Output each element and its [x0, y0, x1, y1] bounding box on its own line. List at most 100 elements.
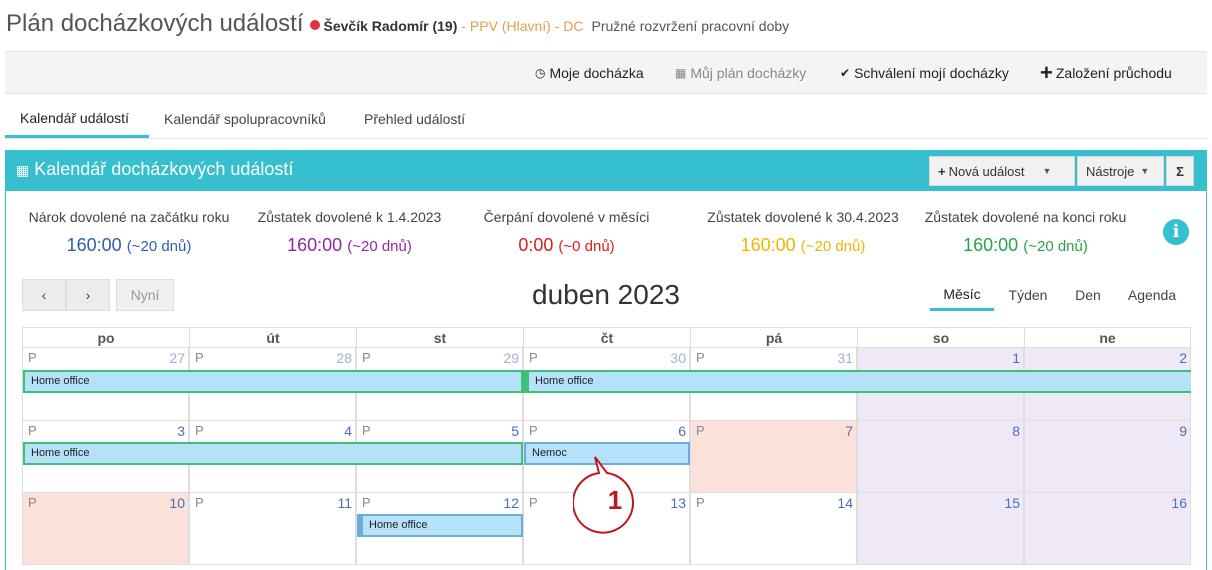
- my-attendance-label: Moje docházka: [549, 64, 644, 81]
- panel-title-wrap: ▦ Kalendář docházkových událostí: [16, 159, 293, 180]
- my-plan-label: Můj plán docházky: [690, 64, 807, 81]
- sum-button[interactable]: Σ: [1166, 156, 1194, 186]
- day-number: 10: [169, 495, 185, 511]
- stat-start-year: Nárok dovolené na začátku roku 160:00 (~…: [24, 209, 234, 256]
- panel-header: ▦ Kalendář docházkových událostí + Nová …: [6, 151, 1206, 191]
- status-dot-icon: [309, 20, 320, 30]
- stat-days: (~20 dnů): [800, 238, 866, 255]
- day-plan-mark: P: [529, 495, 538, 510]
- employee-name[interactable]: Ševčík Radomír (19): [324, 18, 458, 34]
- stat-value: 160:00 (~20 dnů): [24, 235, 234, 256]
- day-plan-mark: P: [195, 495, 204, 510]
- stat-hours: 160:00: [287, 235, 343, 255]
- action-toolbar: ◷ Moje docházka ▦ Můj plán docházky ✔ Sc…: [5, 51, 1207, 94]
- approval-label: Schválení mojí docházky: [854, 64, 1009, 81]
- next-month-button[interactable]: ›: [66, 279, 110, 311]
- new-pass-label: Založení průchodu: [1055, 64, 1172, 81]
- employee-org: - PPV (Hlavní) - DC: [461, 18, 584, 34]
- day-number: 30: [670, 350, 686, 366]
- stat-label: Zůstatek dovolené na konci roku: [924, 209, 1127, 225]
- my-plan-button[interactable]: ▦ Můj plán docházky: [675, 52, 806, 93]
- day-plan-mark: P: [28, 495, 37, 510]
- day-cell[interactable]: 8: [857, 421, 1024, 493]
- tab-coworkers-calendar[interactable]: Kalendář spolupracovníků: [149, 100, 341, 138]
- stat-value: 160:00 (~20 dnů): [703, 235, 903, 256]
- stat-value: 0:00 (~0 dnů): [474, 235, 659, 256]
- today-button[interactable]: Nyní: [116, 279, 174, 311]
- stat-hours: 0:00: [518, 235, 554, 255]
- work-mode: Pružné rozvržení pracovní doby: [591, 18, 790, 34]
- day-cell[interactable]: P 14: [690, 493, 857, 565]
- weekday-label: pá: [691, 328, 858, 349]
- day-number: 3: [177, 423, 185, 439]
- new-pass-button[interactable]: + Založení průchodu: [1040, 52, 1172, 93]
- day-cell[interactable]: P 11: [189, 493, 356, 565]
- day-plan-mark: P: [195, 423, 204, 438]
- info-icon[interactable]: i: [1163, 219, 1189, 245]
- calendar-event[interactable]: Home office: [357, 514, 523, 537]
- weekday-header: po út st čt pá so ne: [22, 327, 1191, 349]
- stat-label: Zůstatek dovolené k 1.4.2023: [257, 209, 442, 225]
- day-cell[interactable]: 9: [1024, 421, 1191, 493]
- calendar-icon: ▦: [675, 65, 687, 80]
- day-number: 8: [1012, 423, 1020, 439]
- main-tabs: Kalendář událostí Kalendář spolupracovní…: [5, 100, 1207, 139]
- weekday-label: út: [190, 328, 357, 349]
- stat-days: (~0 dnů): [558, 238, 615, 255]
- day-number: 7: [845, 423, 853, 439]
- stat-label: Čerpání dovolené v měsíci: [483, 209, 650, 225]
- day-plan-mark: P: [529, 423, 538, 438]
- day-plan-mark: P: [529, 350, 538, 365]
- calendar-event[interactable]: Home office: [23, 442, 523, 465]
- view-week-tab[interactable]: Týden: [1000, 279, 1056, 311]
- calendar-icon: ▦: [16, 162, 30, 178]
- day-cell[interactable]: P7: [690, 421, 857, 493]
- week-row: P 27 P 28 P 29 P 30 P 31 1 2 Home office Home…: [22, 348, 1191, 421]
- view-month-tab[interactable]: Měsíc: [930, 279, 994, 311]
- day-number: 14: [837, 495, 853, 511]
- calendar-event[interactable]: Home office: [523, 370, 1191, 393]
- approval-button[interactable]: ✔ Schválení mojí docházky: [840, 52, 1009, 93]
- callout-annotation: 1: [573, 456, 634, 534]
- tab-event-overview[interactable]: Přehled událostí: [349, 100, 480, 138]
- chevron-down-icon: ▼: [1140, 166, 1150, 176]
- weekday-label: po: [23, 328, 190, 349]
- chevron-down-icon: ▼: [1042, 166, 1052, 176]
- view-day-tab[interactable]: Den: [1064, 279, 1112, 311]
- day-cell[interactable]: 15: [857, 493, 1024, 565]
- new-event-button[interactable]: + Nová událost ▼: [929, 156, 1075, 186]
- day-number: 12: [503, 495, 519, 511]
- plus-icon: +: [1040, 59, 1053, 85]
- stat-value: 160:00 (~20 dnů): [918, 235, 1133, 256]
- day-number: 28: [336, 350, 352, 366]
- prev-month-button[interactable]: ‹: [22, 279, 66, 311]
- day-cell[interactable]: 16: [1024, 493, 1191, 565]
- day-cell[interactable]: P 10: [22, 493, 189, 565]
- tools-dropdown[interactable]: Nástroje ▼: [1077, 156, 1164, 186]
- weekday-label: čt: [524, 328, 691, 349]
- clock-icon: ◷: [535, 65, 546, 80]
- day-plan-mark: P: [696, 423, 705, 438]
- stat-days: (~20 dnů): [126, 238, 192, 255]
- stat-balance-end-year: Zůstatek dovolené na konci roku 160:00 (…: [918, 209, 1133, 256]
- stat-label: Zůstatek dovolené k 30.4.2023: [707, 209, 899, 225]
- stat-hours: 160:00: [66, 235, 122, 255]
- day-number: 31: [837, 350, 853, 366]
- day-number: 13: [670, 495, 686, 511]
- stat-balance-end-month: Zůstatek dovolené k 30.4.2023 160:00 (~2…: [703, 209, 903, 256]
- tab-event-calendar[interactable]: Kalendář událostí: [5, 100, 149, 138]
- tools-label: Nástroje: [1086, 163, 1135, 179]
- day-number: 27: [169, 350, 185, 366]
- stat-days: (~20 dnů): [347, 238, 412, 255]
- my-attendance-button[interactable]: ◷ Moje docházka: [535, 52, 644, 93]
- check-circle-icon: ✔: [840, 65, 851, 80]
- day-plan-mark: P: [362, 350, 371, 365]
- calendar-event[interactable]: Home office: [23, 370, 523, 393]
- day-number: 6: [678, 423, 686, 439]
- day-plan-mark: P: [696, 495, 705, 510]
- day-number: 16: [1171, 495, 1187, 511]
- day-plan-mark: P: [195, 350, 204, 365]
- view-agenda-tab[interactable]: Agenda: [1120, 279, 1184, 311]
- callout-number: 1: [608, 485, 622, 515]
- stat-days: (~20 dnů): [1023, 238, 1088, 255]
